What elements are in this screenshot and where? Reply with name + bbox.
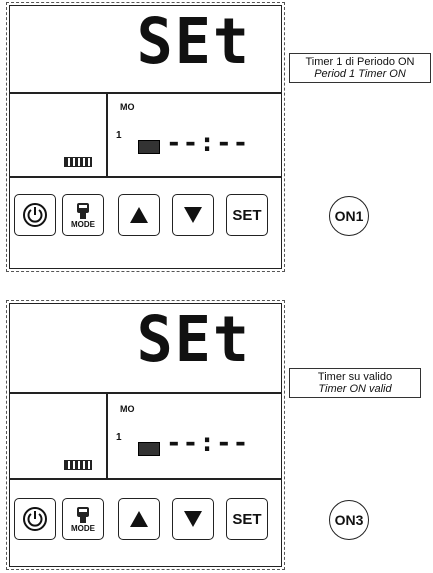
mode-icon	[77, 202, 89, 219]
up-button[interactable]	[118, 498, 160, 540]
lcd-set-text: SEt	[136, 5, 251, 79]
timer-number: 1	[116, 432, 122, 443]
mode-label: MO	[120, 102, 135, 112]
up-button[interactable]	[118, 194, 160, 236]
badge-on1: ON1	[329, 196, 369, 236]
battery-icon	[64, 157, 92, 167]
mode-button[interactable]: MODE	[62, 194, 104, 236]
down-button[interactable]	[172, 498, 214, 540]
arrow-down-icon	[184, 511, 202, 527]
power-icon	[23, 507, 47, 531]
arrow-up-icon	[130, 511, 148, 527]
callout-1: Timer 1 di Periodo ON Period 1 Timer ON	[289, 53, 431, 83]
lcd-set-text: SEt	[136, 303, 251, 377]
timer-icon	[138, 140, 160, 154]
timer-time: --:--	[166, 128, 250, 158]
set-button-label: SET	[232, 510, 262, 528]
lcd-main-display: SEt	[10, 6, 281, 91]
arrow-up-icon	[130, 207, 148, 223]
callout-2-line1: Timer su valido	[317, 371, 393, 383]
power-button[interactable]	[14, 498, 56, 540]
callout-1-line2: Period 1 Timer ON	[314, 68, 406, 80]
mode-button-label: MODE	[71, 219, 95, 229]
power-button[interactable]	[14, 194, 56, 236]
set-button[interactable]: SET	[226, 498, 268, 540]
lcd-main-display: SEt	[10, 304, 281, 389]
mode-label: MO	[120, 404, 135, 414]
mode-button-label: MODE	[71, 523, 95, 533]
controller-panel-2: SEt MO 1 --:-- MODE SET	[6, 300, 285, 570]
controller-panel-1: SEt MO 1 --:-- MODE SET	[6, 2, 285, 272]
battery-icon	[64, 460, 92, 470]
callout-2-line2: Timer ON valid	[318, 383, 392, 395]
set-button-label: SET	[232, 206, 262, 224]
callout-1-line1: Timer 1 di Periodo ON	[305, 56, 415, 68]
power-icon	[23, 203, 47, 227]
lcd-divider-vertical	[106, 92, 108, 176]
arrow-down-icon	[184, 207, 202, 223]
timer-icon	[138, 442, 160, 456]
badge-on3: ON3	[329, 500, 369, 540]
mode-icon	[77, 506, 89, 523]
callout-2: Timer su valido Timer ON valid	[289, 368, 421, 398]
timer-number: 1	[116, 130, 122, 141]
lcd-divider	[10, 92, 281, 94]
lcd-divider-vertical	[106, 392, 108, 478]
down-button[interactable]	[172, 194, 214, 236]
lcd-bottom-line	[10, 478, 281, 480]
timer-time: --:--	[166, 428, 250, 458]
set-button[interactable]: SET	[226, 194, 268, 236]
lcd-bottom-line	[10, 176, 281, 178]
lcd-divider	[10, 392, 281, 394]
mode-button[interactable]: MODE	[62, 498, 104, 540]
